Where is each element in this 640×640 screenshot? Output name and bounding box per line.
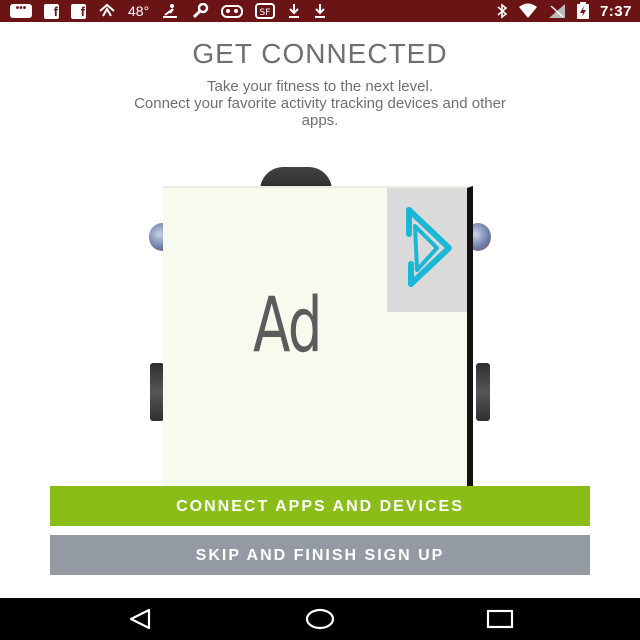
status-bar: ••• f f 48° SF 7:37 bbox=[0, 0, 640, 22]
bluetooth-icon bbox=[496, 2, 508, 20]
band-image-left bbox=[150, 363, 164, 421]
play-icon[interactable] bbox=[401, 204, 457, 290]
status-bar-right: 7:37 bbox=[496, 2, 632, 20]
subtitle-line-3: apps. bbox=[301, 112, 339, 129]
skip-sign-up-button[interactable]: SKIP AND FINISH SIGN UP bbox=[50, 535, 590, 575]
battery-icon bbox=[576, 2, 590, 20]
download-icon bbox=[313, 2, 327, 20]
connect-apps-button[interactable]: CONNECT APPS AND DEVICES bbox=[50, 486, 590, 526]
page-subtitle: Take your fitness to the next level. Con… bbox=[60, 78, 580, 129]
subtitle-line-2: Connect your favorite activity tracking … bbox=[134, 95, 506, 112]
location-icon bbox=[98, 2, 116, 20]
download-icon bbox=[287, 2, 301, 20]
wrench-icon bbox=[191, 2, 209, 20]
clock: 7:37 bbox=[599, 2, 632, 20]
back-icon[interactable] bbox=[127, 608, 153, 630]
ad-play-panel[interactable] bbox=[387, 188, 467, 312]
rowing-icon bbox=[161, 2, 179, 20]
home-icon[interactable] bbox=[305, 608, 335, 630]
signal-icon bbox=[548, 2, 566, 20]
page-title: GET CONNECTED bbox=[192, 38, 448, 69]
ad-label: Ad bbox=[253, 280, 322, 369]
facebook-icon: f bbox=[71, 2, 86, 20]
facebook-icon: f bbox=[44, 2, 59, 20]
back-button[interactable] bbox=[110, 598, 170, 640]
band-image-right bbox=[476, 363, 490, 421]
subtitle-line-1: Take your fitness to the next level. bbox=[207, 78, 433, 95]
status-bar-left: ••• f f 48° SF bbox=[10, 2, 327, 20]
home-button[interactable] bbox=[290, 598, 350, 640]
ad-banner[interactable]: Ad bbox=[163, 186, 473, 492]
gamepad-icon bbox=[221, 2, 244, 20]
svg-text:SF: SF bbox=[260, 8, 271, 18]
navigation-bar bbox=[0, 598, 640, 640]
app-icon: SF bbox=[255, 2, 276, 20]
recent-apps-icon[interactable] bbox=[486, 608, 514, 630]
message-icon: ••• bbox=[10, 2, 32, 20]
temperature: 48° bbox=[128, 3, 150, 19]
recent-apps-button[interactable] bbox=[470, 598, 530, 640]
wifi-icon bbox=[518, 2, 538, 20]
